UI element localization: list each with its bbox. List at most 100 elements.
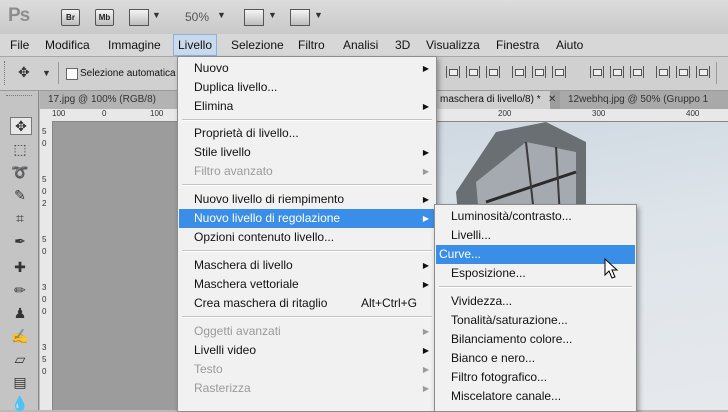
- grip-handle[interactable]: [4, 61, 7, 85]
- submenu-arrow-icon: ▶: [422, 365, 429, 374]
- menu-item-label: Maschera vettoriale: [194, 277, 299, 291]
- clone-stamp-tool-icon[interactable]: ♟: [10, 305, 30, 321]
- menu-item-oggetti-avanzati[interactable]: Oggetti avanzati ▶: [179, 322, 435, 341]
- submenu-item-tonalita-saturazione[interactable]: Tonalità/saturazione...: [436, 311, 635, 330]
- submenu-item-vividezza[interactable]: Vividezza...: [436, 292, 635, 311]
- distribute-bottom-icon[interactable]: [630, 66, 644, 78]
- menu-item-filtro-avanzato[interactable]: Filtro avanzato ▶: [179, 162, 435, 181]
- menu-item-maschera-livello[interactable]: Maschera di livello ▶: [179, 256, 435, 275]
- align-vcenter-icon[interactable]: [466, 66, 480, 78]
- menu-item-rasterizza[interactable]: Rasterizza ▶: [179, 379, 435, 398]
- submenu-item-miscelatore-canale[interactable]: Miscelatore canale...: [436, 387, 635, 406]
- distribute-left-icon[interactable]: [656, 66, 670, 78]
- menu-separator: [439, 286, 632, 288]
- menu-item-maschera-vettoriale[interactable]: Maschera vettoriale ▶: [179, 275, 435, 294]
- eraser-tool-icon[interactable]: ▱: [10, 351, 30, 367]
- submenu-item-filtro-fotografico[interactable]: Filtro fotografico...: [436, 368, 635, 387]
- menu-aiuto[interactable]: Aiuto: [556, 34, 583, 56]
- menu-item-livelli-video[interactable]: Livelli video ▶: [179, 341, 435, 360]
- brush-tool-icon[interactable]: ✏: [10, 282, 30, 298]
- menu-item-crea-maschera-ritaglio[interactable]: Crea maschera di ritaglio Alt+Ctrl+G: [179, 294, 435, 313]
- menu-livello[interactable]: Livello: [173, 34, 218, 56]
- menu-item-duplica-livello[interactable]: Duplica livello...: [179, 78, 435, 97]
- distribute-hcenter-icon[interactable]: [676, 66, 690, 78]
- menu-item-label: Duplica livello...: [194, 80, 278, 94]
- submenu-arrow-icon: ▶: [422, 214, 429, 223]
- chevron-down-icon[interactable]: ▼: [314, 10, 323, 20]
- submenu-item-luminosita-contrasto[interactable]: Luminosità/contrasto...: [436, 207, 635, 226]
- menu-item-nuovo[interactable]: Nuovo ▶: [179, 59, 435, 78]
- align-hcenter-icon[interactable]: [532, 66, 546, 78]
- menu-item-label: Opzioni contenuto livello...: [194, 230, 335, 244]
- align-bottom-icon[interactable]: [486, 66, 500, 78]
- submenu-arrow-icon: ▶: [422, 261, 429, 270]
- submenu-item-livelli[interactable]: Livelli...: [436, 226, 635, 245]
- crop-tool-icon[interactable]: ⌗: [10, 210, 30, 226]
- menu-item-nuovo-livello-riempimento[interactable]: Nuovo livello di riempimento ▶: [179, 190, 435, 209]
- menu-finestra[interactable]: Finestra: [496, 34, 539, 56]
- chevron-down-icon[interactable]: ▼: [217, 10, 226, 20]
- view-extras-button[interactable]: [129, 9, 149, 26]
- move-tool-icon[interactable]: ✥: [10, 117, 32, 135]
- align-right-icon[interactable]: [552, 66, 566, 78]
- menu-separator: [182, 184, 432, 186]
- zoom-level[interactable]: 50%: [185, 10, 209, 24]
- menu-file[interactable]: File: [10, 34, 29, 56]
- menu-item-testo[interactable]: Testo ▶: [179, 360, 435, 379]
- menu-filtro[interactable]: Filtro: [298, 34, 325, 56]
- menu-item-label: Bianco e nero...: [451, 351, 536, 365]
- menu-item-label: Miscelatore canale...: [451, 389, 562, 403]
- menu-item-opzioni-contenuto-livello[interactable]: Opzioni contenuto livello...: [179, 228, 435, 247]
- menu-3d[interactable]: 3D: [395, 34, 410, 56]
- menu-item-stile-livello[interactable]: Stile livello ▶: [179, 143, 435, 162]
- chevron-down-icon[interactable]: ▼: [268, 10, 277, 20]
- history-brush-tool-icon[interactable]: ✍: [10, 328, 30, 344]
- ruler-label: 400: [686, 109, 700, 118]
- menu-immagine[interactable]: Immagine: [108, 34, 161, 56]
- submenu-item-bianco-e-nero[interactable]: Bianco e nero...: [436, 349, 635, 368]
- submenu-item-bilanciamento-colore[interactable]: Bilanciamento colore...: [436, 330, 635, 349]
- ruler-label: 3: [42, 343, 47, 352]
- ruler-label: 0: [42, 295, 47, 304]
- distribute-vcenter-icon[interactable]: [610, 66, 624, 78]
- distribute-right-icon[interactable]: [696, 66, 710, 78]
- quick-selection-tool-icon[interactable]: ✎: [10, 187, 30, 203]
- submenu-arrow-icon: ▶: [422, 167, 429, 176]
- chevron-down-icon[interactable]: ▼: [42, 68, 51, 78]
- mini-bridge-button[interactable]: Mb: [95, 9, 114, 26]
- menu-item-proprieta-livello[interactable]: Proprietà di livello...: [179, 124, 435, 143]
- lasso-tool-icon[interactable]: ➰: [10, 164, 30, 180]
- menu-item-label: Livelli...: [451, 228, 492, 242]
- menu-item-nuovo-livello-regolazione[interactable]: Nuovo livello di regolazione ▶: [179, 209, 435, 228]
- screen-mode-button[interactable]: [290, 9, 310, 26]
- chevron-down-icon[interactable]: ▼: [152, 10, 161, 20]
- panel-grip[interactable]: [6, 95, 32, 99]
- blur-tool-icon[interactable]: 💧: [10, 395, 30, 411]
- menu-item-elimina[interactable]: Elimina ▶: [179, 97, 435, 116]
- align-top-icon[interactable]: [446, 66, 460, 78]
- close-icon[interactable]: ✕: [548, 94, 556, 105]
- arrange-documents-button[interactable]: [244, 9, 264, 26]
- menu-modifica[interactable]: Modifica: [45, 34, 90, 56]
- menu-separator: [182, 316, 432, 318]
- menu-separator: [182, 119, 432, 121]
- tab-17-jpg[interactable]: 17.jpg @ 100% (RGB/8): [40, 91, 178, 109]
- autoselect-checkbox[interactable]: [66, 68, 78, 80]
- gradient-tool-icon[interactable]: ▤: [10, 374, 30, 390]
- menu-selezione[interactable]: Selezione: [231, 34, 284, 56]
- submenu-arrow-icon: ▶: [422, 346, 429, 355]
- tab-active-document[interactable]: maschera di livello/8) *: [432, 91, 550, 109]
- bridge-button[interactable]: Br: [61, 9, 80, 26]
- menu-bar: File Modifica Immagine Livello Selezione…: [0, 34, 728, 57]
- marquee-tool-icon[interactable]: ⬚: [10, 141, 30, 157]
- tab-12webhq-jpg[interactable]: 12webhq.jpg @ 50% (Gruppo 1: [560, 91, 728, 109]
- menu-item-label: Luminosità/contrasto...: [451, 209, 572, 223]
- distribute-top-icon[interactable]: [590, 66, 604, 78]
- move-tool-icon[interactable]: ✥: [18, 64, 30, 81]
- healing-brush-tool-icon[interactable]: ✚: [10, 259, 30, 275]
- menu-analisi[interactable]: Analisi: [343, 34, 378, 56]
- align-left-icon[interactable]: [512, 66, 526, 78]
- menu-item-label: Vividezza...: [451, 294, 513, 308]
- eyedropper-tool-icon[interactable]: ✒: [10, 233, 30, 249]
- menu-visualizza[interactable]: Visualizza: [426, 34, 480, 56]
